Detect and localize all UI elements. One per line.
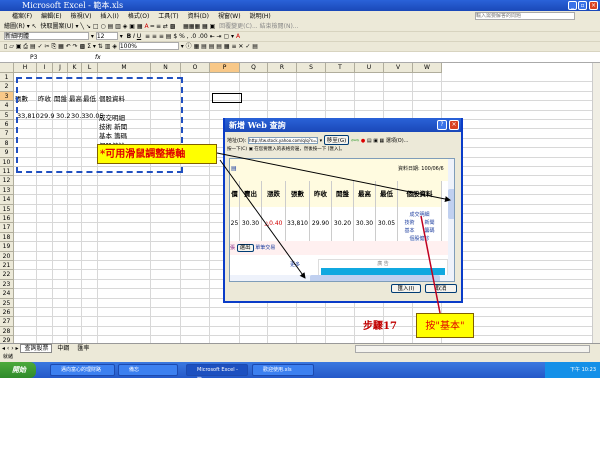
sheet-tab-bar: ◂ ‹ › ▸ 查詢股票 中鋼 匯率 — [0, 343, 600, 353]
tab-exchange-rate[interactable]: 匯率 — [74, 345, 92, 352]
arrow-to-hscroll — [219, 159, 306, 279]
status-text: 就緒 — [3, 354, 14, 360]
arrow-to-vscroll — [216, 152, 451, 202]
arrow-to-basic — [420, 215, 441, 314]
horizontal-scrollbar[interactable] — [355, 345, 590, 353]
annotation-arrows — [216, 152, 451, 314]
status-bar: 就緒 — [0, 353, 600, 362]
taskbar-item[interactable]: 備忘 — [118, 364, 178, 376]
taskbar-item-excel[interactable]: Microsoft Excel - 範... — [186, 364, 248, 383]
taskbar-item[interactable]: 邁向富心的理財路 — [50, 364, 115, 376]
clock: 下午 10:23 — [570, 367, 596, 373]
start-button[interactable]: 開始 — [0, 362, 36, 378]
tab-nav-icons[interactable]: ◂ ‹ › ▸ — [2, 345, 19, 352]
taskbar-item[interactable]: 歡迎使用.xls — [252, 364, 314, 376]
taskbar: 開始 邁向富心的理財路 備忘 Microsoft Excel - 範... 歡迎… — [0, 362, 600, 383]
tab-csc[interactable]: 中鋼 — [54, 345, 72, 352]
tab-query-stock[interactable]: 查詢股票 — [20, 344, 53, 353]
system-tray: 下午 10:23 — [545, 362, 600, 378]
